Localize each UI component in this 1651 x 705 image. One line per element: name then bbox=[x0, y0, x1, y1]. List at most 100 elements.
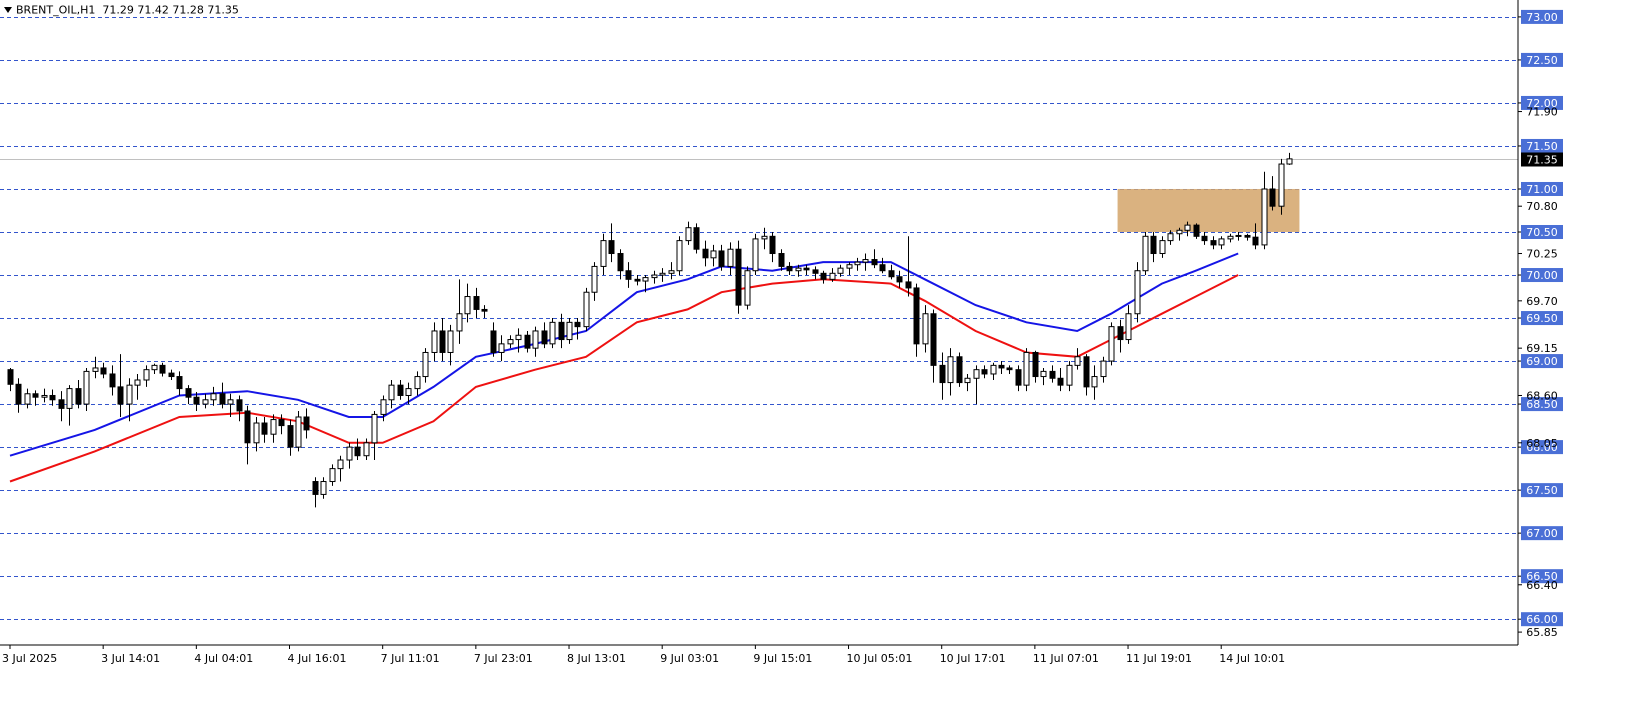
candle-body bbox=[303, 416, 310, 431]
price-tick-label: 65.85 bbox=[1526, 626, 1558, 639]
candle bbox=[820, 270, 827, 284]
candle-body bbox=[270, 419, 277, 435]
candle-body bbox=[549, 321, 556, 345]
candle bbox=[134, 373, 141, 400]
candle-body bbox=[1184, 224, 1191, 231]
candle bbox=[1083, 354, 1090, 396]
candle-body bbox=[1142, 235, 1149, 272]
candle-body bbox=[447, 330, 454, 353]
candle-body bbox=[1125, 313, 1132, 341]
candle-body bbox=[769, 235, 776, 255]
price-label: 67.50 bbox=[1526, 484, 1558, 497]
candle bbox=[320, 477, 327, 499]
candle bbox=[1201, 232, 1208, 245]
candle-body bbox=[735, 248, 742, 306]
candle-body bbox=[439, 330, 446, 353]
candle bbox=[1244, 233, 1251, 241]
current-price-label: 71.35 bbox=[1526, 154, 1558, 167]
time-label: 9 Jul 15:01 bbox=[753, 652, 812, 665]
candle bbox=[998, 361, 1005, 374]
candle-body bbox=[1100, 360, 1107, 378]
candle bbox=[837, 264, 844, 277]
candle-body bbox=[854, 261, 861, 266]
candle-body bbox=[896, 276, 903, 283]
candle bbox=[871, 249, 878, 269]
price-chart[interactable]: 73.0072.5072.0071.5071.0070.5070.0069.50… bbox=[0, 0, 1651, 705]
candle-body bbox=[159, 364, 166, 374]
candle bbox=[922, 305, 929, 353]
candle-body bbox=[574, 321, 581, 328]
candle-body bbox=[193, 396, 200, 405]
candle-body bbox=[930, 313, 937, 366]
candle-body bbox=[1066, 364, 1073, 386]
candle bbox=[397, 379, 404, 400]
candle bbox=[693, 223, 700, 254]
candle bbox=[803, 264, 810, 276]
candle bbox=[744, 266, 751, 310]
candle-body bbox=[1235, 234, 1242, 237]
candle bbox=[1117, 319, 1124, 353]
candle-body bbox=[253, 422, 260, 444]
candle-body bbox=[1269, 188, 1276, 207]
candle bbox=[702, 240, 709, 267]
candle bbox=[718, 244, 725, 271]
candle bbox=[49, 389, 56, 406]
candle bbox=[210, 386, 217, 406]
candle bbox=[1057, 367, 1064, 392]
candle bbox=[507, 335, 514, 349]
candle bbox=[312, 477, 319, 508]
price-label: 71.50 bbox=[1526, 140, 1558, 153]
candle-body bbox=[126, 384, 133, 405]
candle-body bbox=[947, 356, 954, 384]
candle-body bbox=[617, 253, 624, 272]
candle bbox=[287, 419, 294, 456]
candle-body bbox=[337, 459, 344, 470]
candle bbox=[143, 365, 150, 387]
price-tick-label: 70.25 bbox=[1526, 248, 1558, 261]
candle-body bbox=[566, 321, 573, 341]
candle-body bbox=[1278, 163, 1285, 207]
candle bbox=[66, 385, 73, 426]
candle-body bbox=[803, 267, 810, 271]
candle-body bbox=[490, 330, 497, 353]
candle-body bbox=[287, 425, 294, 448]
price-axis[interactable]: 73.0072.5072.0071.5071.0070.5070.0069.50… bbox=[0, 0, 1563, 646]
candle bbox=[490, 322, 497, 357]
candle-body bbox=[981, 369, 988, 375]
candle bbox=[761, 227, 768, 250]
time-axis[interactable]: 3 Jul 2025 3 Jul 14:01 4 Jul 04:01 4 Jul 16… bbox=[2, 645, 1285, 665]
candle-body bbox=[541, 330, 548, 345]
price-label: 66.00 bbox=[1526, 613, 1558, 626]
candle bbox=[456, 279, 463, 344]
candle-body bbox=[380, 399, 387, 415]
candle-body bbox=[202, 399, 209, 405]
candle-body bbox=[964, 377, 971, 384]
candle-body bbox=[422, 351, 429, 378]
candle-body bbox=[846, 264, 853, 269]
candle bbox=[354, 438, 361, 461]
candle-body bbox=[507, 339, 514, 345]
candle-body bbox=[210, 393, 217, 401]
candle-body bbox=[100, 367, 107, 375]
chart-header: BRENT_OIL,H1 71.29 71.42 71.28 71.35 bbox=[4, 3, 239, 17]
candle bbox=[846, 262, 853, 276]
candle-body bbox=[862, 259, 869, 263]
candle-body bbox=[1210, 240, 1217, 246]
candle bbox=[236, 395, 243, 422]
candle bbox=[659, 268, 666, 282]
candle bbox=[1040, 367, 1047, 386]
candle-body bbox=[473, 296, 480, 310]
candle bbox=[668, 262, 675, 280]
candle-body bbox=[1015, 369, 1022, 386]
candle-body bbox=[397, 384, 404, 396]
candle-body bbox=[1286, 158, 1293, 165]
candle bbox=[176, 371, 183, 396]
price-label: 69.00 bbox=[1526, 355, 1558, 368]
candle-body bbox=[278, 419, 285, 427]
candle bbox=[634, 275, 641, 286]
candle bbox=[727, 242, 734, 276]
candle-body bbox=[363, 442, 370, 457]
candle bbox=[930, 309, 937, 383]
menu-triangle-icon[interactable] bbox=[4, 7, 12, 13]
candle bbox=[1159, 236, 1166, 258]
